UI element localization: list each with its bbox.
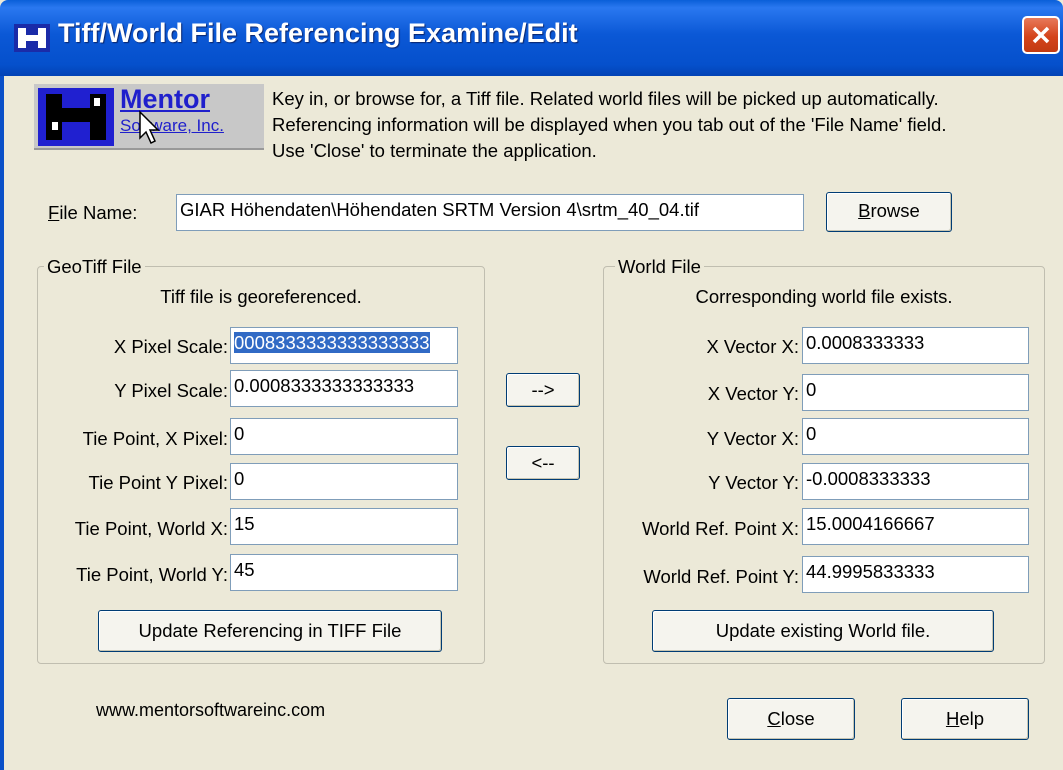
- logo-mark-icon: [38, 88, 114, 146]
- x-pixel-scale-input[interactable]: 0008333333333333333: [230, 327, 458, 364]
- world-ref-point-x-input[interactable]: 15.0004166667: [802, 508, 1029, 545]
- window-title: Tiff/World File Referencing Examine/Edit: [58, 18, 578, 48]
- world-file-status: Corresponding world file exists.: [695, 286, 953, 307]
- update-world-file-button[interactable]: Update existing World file.: [652, 610, 994, 652]
- browse-accel: B: [858, 200, 871, 221]
- instructions-text: Key in, or browse for, a Tiff file. Rela…: [272, 86, 1052, 164]
- y-vector-x-label: Y Vector X:: [706, 428, 799, 449]
- title-bar[interactable]: Tiff/World File Referencing Examine/Edit: [0, 0, 1063, 76]
- instruction-line: Key in, or browse for, a Tiff file. Rela…: [272, 88, 939, 109]
- x-vector-x-label: X Vector X:: [706, 336, 799, 357]
- window-frame-left: [0, 76, 4, 770]
- company-logo[interactable]: Mentor Software, Inc.: [34, 84, 264, 150]
- instruction-line: Referencing information will be displaye…: [272, 114, 947, 135]
- file-name-label: File Name:: [48, 202, 137, 224]
- world-ref-point-y-input[interactable]: 44.9995833333: [802, 556, 1029, 593]
- x-vector-y-label: X Vector Y:: [707, 383, 799, 404]
- x-vector-y-input[interactable]: 0: [802, 374, 1029, 411]
- instruction-line: Use 'Close' to terminate the application…: [272, 140, 597, 161]
- tie-point-world-x-input[interactable]: 15: [230, 508, 458, 545]
- tie-point-x-pixel-input[interactable]: 0: [230, 418, 458, 455]
- app-icon: [14, 24, 50, 52]
- close-icon: [1032, 26, 1050, 44]
- help-label: elp: [959, 708, 985, 729]
- y-pixel-scale-label: Y Pixel Scale:: [114, 380, 228, 401]
- file-name-accel: F: [48, 202, 60, 223]
- logo-name: Mentor: [120, 84, 210, 114]
- browse-button[interactable]: Browse: [826, 192, 952, 232]
- file-name-input[interactable]: GIAR Höhendaten\Höhendaten SRTM Version …: [176, 194, 804, 231]
- website-link[interactable]: www.mentorsoftwareinc.com: [96, 700, 325, 721]
- x-pixel-scale-label: X Pixel Scale:: [113, 336, 228, 357]
- x-pixel-scale-value: 0008333333333333333: [234, 332, 430, 353]
- close-button[interactable]: Close: [727, 698, 855, 740]
- logo-subtitle: Software, Inc.: [120, 116, 224, 135]
- copy-to-tiff-button[interactable]: <--: [506, 446, 580, 480]
- y-pixel-scale-input[interactable]: 0.0008333333333333: [230, 370, 458, 407]
- tie-point-world-x-label: Tie Point, World X:: [74, 518, 228, 539]
- y-vector-y-label: Y Vector Y:: [708, 472, 799, 493]
- tie-point-y-pixel-input[interactable]: 0: [230, 463, 458, 500]
- x-vector-x-input[interactable]: 0.0008333333: [802, 327, 1029, 364]
- geotiff-group-title: GeoTiff File: [44, 256, 145, 278]
- tie-point-world-y-input[interactable]: 45: [230, 554, 458, 591]
- y-vector-y-input[interactable]: -0.0008333333: [802, 463, 1029, 500]
- geotiff-status: Tiff file is georeferenced.: [160, 286, 362, 307]
- close-window-button[interactable]: [1022, 16, 1060, 54]
- help-accel: H: [945, 708, 960, 729]
- y-vector-x-input[interactable]: 0: [802, 418, 1029, 455]
- dialog-window: Tiff/World File Referencing Examine/Edit…: [0, 0, 1063, 770]
- browse-label: rowse: [870, 200, 920, 221]
- copy-to-world-button[interactable]: -->: [506, 373, 580, 407]
- close-accel: C: [767, 708, 781, 729]
- tie-point-world-y-label: Tie Point, World Y:: [76, 564, 228, 585]
- world-file-group-title: World File: [615, 256, 704, 278]
- tie-point-y-pixel-label: Tie Point Y Pixel:: [88, 472, 228, 493]
- file-name-label-text: ile Name:: [59, 202, 138, 223]
- update-tiff-button[interactable]: Update Referencing in TIFF File: [98, 610, 442, 652]
- world-ref-point-x-label: World Ref. Point X:: [642, 518, 799, 539]
- world-ref-point-y-label: World Ref. Point Y:: [643, 566, 799, 587]
- close-label: lose: [780, 708, 815, 729]
- help-button[interactable]: Help: [901, 698, 1029, 740]
- pointer-cursor-icon: [139, 110, 160, 145]
- tie-point-x-pixel-label: Tie Point, X Pixel:: [82, 428, 228, 449]
